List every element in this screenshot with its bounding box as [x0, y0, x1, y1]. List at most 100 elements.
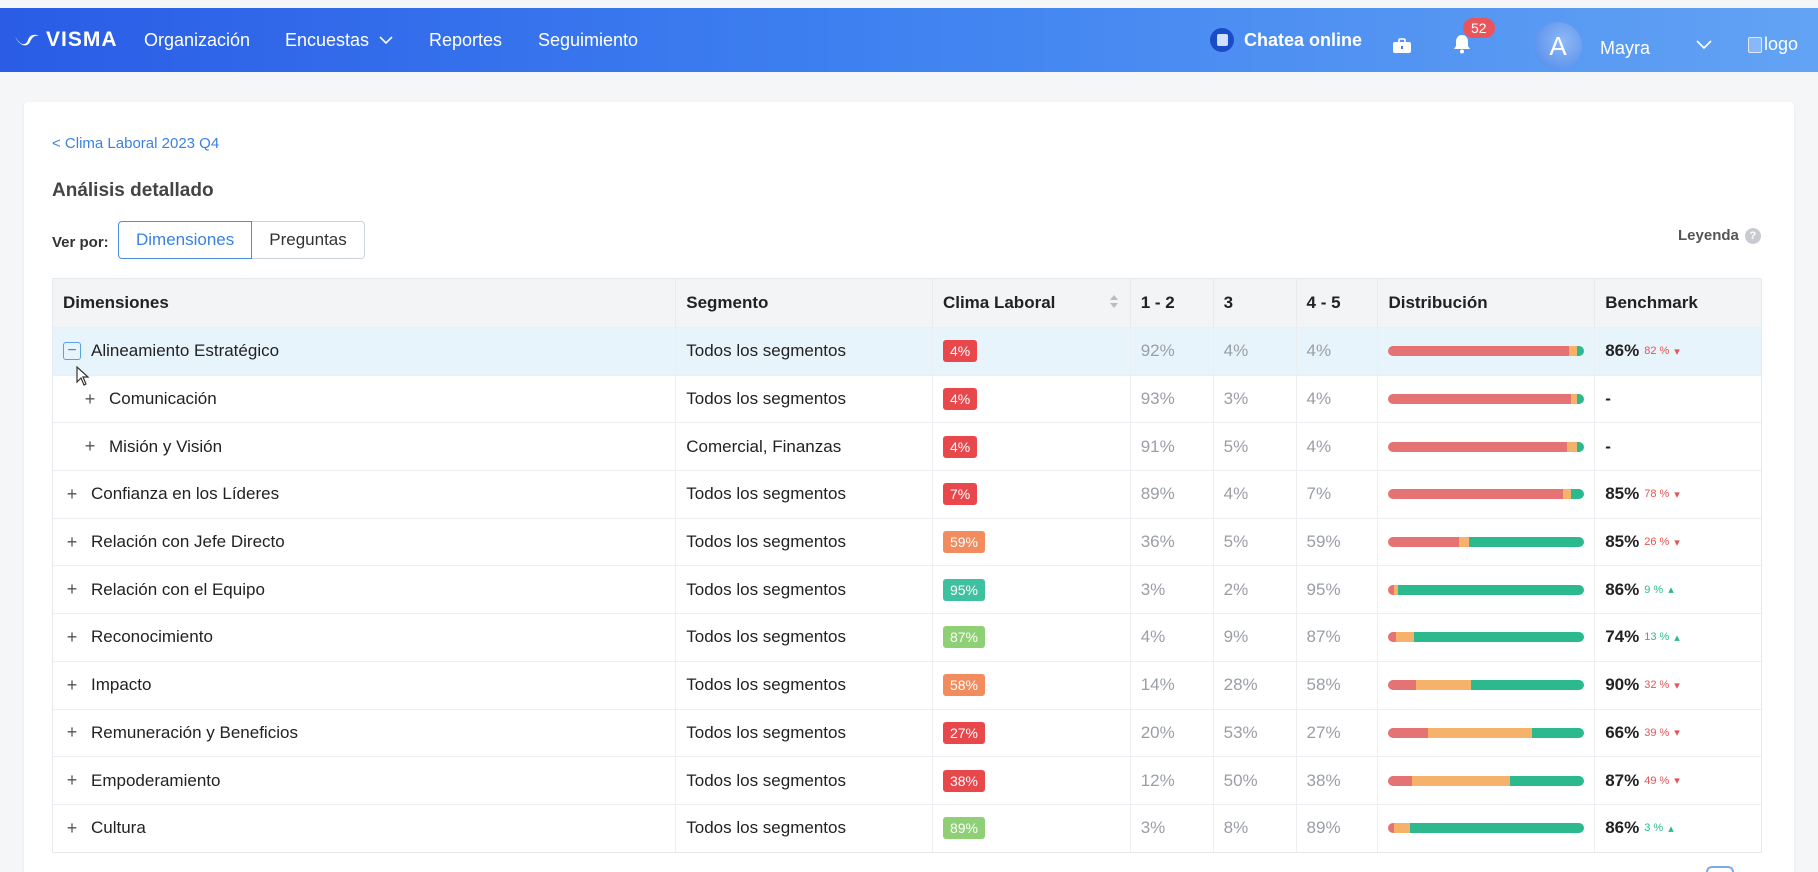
distribution-mid-segment: [1411, 775, 1510, 786]
high-cell: 4%: [1297, 423, 1379, 471]
low-cell: 93%: [1131, 375, 1214, 423]
chat-online-button[interactable]: Chatea online: [1210, 28, 1362, 52]
avatar[interactable]: A: [1534, 22, 1582, 70]
dimension-name: Relación con el Equipo: [91, 579, 265, 599]
nav-organizacion[interactable]: Organización: [144, 30, 250, 51]
nav-reportes[interactable]: Reportes: [429, 30, 502, 51]
visma-logo[interactable]: VISMA: [14, 28, 118, 52]
expand-icon[interactable]: +: [63, 770, 81, 790]
collapse-icon[interactable]: −: [63, 342, 81, 361]
high-cell: 7%: [1297, 471, 1379, 518]
distribution-high-segment: [1576, 441, 1585, 452]
distribution-bar: [1388, 441, 1585, 452]
user-menu-chevron-down-icon[interactable]: [1696, 40, 1712, 50]
table-row[interactable]: + Impacto Todos los segmentos 58% 14% 28…: [53, 660, 1761, 709]
low-value: 14%: [1140, 675, 1175, 695]
high-value: 89%: [1306, 818, 1341, 838]
clima-cell: 4%: [933, 423, 1131, 471]
distribution-mid-segment: [1394, 823, 1410, 834]
distribution-low-segment: [1388, 632, 1397, 643]
expand-icon[interactable]: +: [63, 579, 81, 599]
table-row[interactable]: + Relación con Jefe Directo Todos los se…: [53, 517, 1761, 566]
nav-seguimiento-label: Seguimiento: [538, 30, 639, 50]
distribution-bar: [1388, 680, 1585, 691]
high-value: 38%: [1306, 770, 1341, 790]
distribution-high-segment: [1509, 775, 1585, 786]
segment-cell: Todos los segmentos: [676, 566, 933, 614]
clima-badge: 58%: [942, 674, 985, 697]
high-value: 4%: [1306, 389, 1332, 409]
expand-icon[interactable]: +: [63, 675, 81, 695]
user-name[interactable]: Mayra: [1600, 38, 1650, 59]
benchmark-delta: 78 %: [1644, 488, 1670, 501]
expand-icon[interactable]: +: [63, 818, 81, 838]
table-row[interactable]: + Remuneración y Beneficios Todos los se…: [53, 708, 1761, 757]
header-clima-laboral-label: Clima Laboral: [942, 293, 1056, 312]
expand-icon[interactable]: +: [81, 436, 99, 456]
high-cell: 59%: [1297, 518, 1379, 566]
expand-icon[interactable]: +: [63, 532, 81, 552]
table-row[interactable]: + Relación con el Equipo Todos los segme…: [53, 565, 1761, 614]
low-cell: 91%: [1131, 423, 1214, 471]
mid-value: 8%: [1223, 818, 1249, 838]
benchmark-value: 86%: [1605, 341, 1640, 361]
benchmark-delta: 39 %: [1644, 726, 1670, 739]
avatar-initial: A: [1549, 30, 1567, 61]
table-header: Dimensiones Segmento Clima Laboral 1 - 2…: [53, 279, 1761, 327]
nav-seguimiento[interactable]: Seguimiento: [538, 30, 638, 51]
low-cell: 4%: [1131, 614, 1214, 661]
clima-cell: 27%: [933, 709, 1131, 757]
low-cell: 89%: [1131, 471, 1214, 518]
expand-icon[interactable]: +: [63, 484, 81, 504]
distribution-bar: [1388, 489, 1585, 500]
distribution-high-segment: [1468, 537, 1585, 548]
clima-cell: 95%: [933, 566, 1131, 614]
distribution-low-segment: [1388, 394, 1571, 405]
mid-value: 50%: [1223, 770, 1258, 790]
table-body: − Alineamiento Estratégico Todos los seg…: [53, 327, 1761, 852]
distribution-bar: [1388, 727, 1585, 738]
table-row[interactable]: + Confianza en los Líderes Todos los seg…: [53, 470, 1761, 518]
high-value: 87%: [1306, 627, 1341, 647]
view-dimensiones-button[interactable]: Dimensiones: [118, 221, 253, 259]
segment-value: Comercial, Finanzas: [686, 436, 842, 456]
distribution-cell: [1378, 471, 1596, 518]
distribution-mid-segment: [1396, 632, 1414, 643]
distribution-low-segment: [1388, 775, 1412, 786]
benchmark-value: -: [1605, 436, 1611, 456]
expand-icon[interactable]: +: [81, 389, 99, 409]
segment-cell: Comercial, Finanzas: [676, 423, 933, 471]
low-value: 12%: [1140, 770, 1175, 790]
nav-organizacion-label: Organización: [144, 30, 251, 50]
benchmark-value: 74%: [1605, 627, 1640, 647]
nav-encuestas[interactable]: Encuestas: [285, 30, 393, 51]
view-preguntas-button[interactable]: Preguntas: [252, 221, 365, 259]
benchmark-value: 85%: [1605, 484, 1640, 504]
low-value: 93%: [1140, 389, 1175, 409]
distribution-low-segment: [1388, 537, 1459, 548]
legend-button[interactable]: Leyenda ?: [1678, 227, 1761, 244]
briefcase-icon[interactable]: [1392, 38, 1412, 54]
clima-badge: 4%: [942, 340, 978, 363]
high-cell: 38%: [1297, 757, 1379, 804]
back-to-survey-link[interactable]: < Clima Laboral 2023 Q4: [52, 135, 219, 152]
dimension-name: Reconocimiento: [91, 627, 213, 647]
table-row[interactable]: + Comunicación Todos los segmentos 4% 93…: [53, 374, 1761, 423]
table-row[interactable]: + Cultura Todos los segmentos 89% 3% 8% …: [53, 803, 1761, 852]
expand-icon[interactable]: +: [63, 627, 81, 647]
sort-icon[interactable]: [1109, 295, 1118, 308]
distribution-bar: [1388, 394, 1585, 405]
table-row[interactable]: + Empoderamiento Todos los segmentos 38%…: [53, 756, 1761, 804]
expand-icon[interactable]: +: [63, 722, 81, 742]
clima-cell: 7%: [933, 471, 1131, 518]
header-clima-laboral[interactable]: Clima Laboral: [933, 279, 1131, 327]
high-cell: 89%: [1297, 804, 1379, 852]
low-value: 3%: [1140, 579, 1166, 599]
benchmark-cell: 86% 82 % ▾: [1595, 328, 1761, 375]
table-row[interactable]: − Alineamiento Estratégico Todos los seg…: [53, 327, 1761, 375]
table-row[interactable]: + Reconocimiento Todos los segmentos 87%…: [53, 613, 1761, 661]
scroll-top-button[interactable]: [1706, 866, 1734, 872]
dimension-cell: + Impacto: [53, 661, 677, 709]
table-row[interactable]: + Misión y Visión Comercial, Finanzas 4%…: [53, 422, 1761, 471]
distribution-cell: [1378, 328, 1596, 375]
